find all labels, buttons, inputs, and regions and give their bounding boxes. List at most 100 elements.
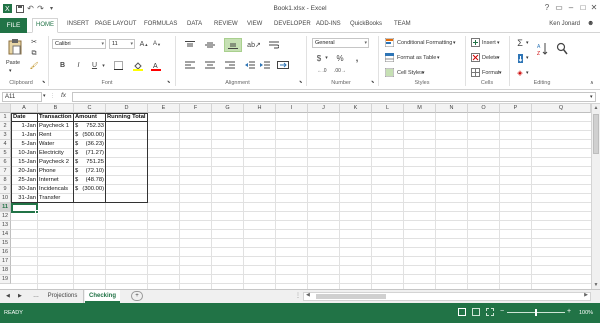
column-header-d[interactable]: D (106, 104, 148, 113)
transaction-cell[interactable]: Water (38, 140, 73, 149)
sheet-tab-checking[interactable]: Checking (85, 290, 120, 303)
header-transaction[interactable]: Transaction (38, 113, 73, 122)
fill-dropdown-icon[interactable]: ▾ (526, 55, 529, 61)
zoom-slider-thumb[interactable] (535, 309, 537, 316)
row-header[interactable]: 7 (0, 167, 11, 176)
column-header-q[interactable]: Q (532, 104, 591, 113)
date-cell[interactable]: 30-Jan (12, 185, 37, 194)
row-header[interactable]: 18 (0, 266, 11, 275)
align-bottom-icon[interactable] (224, 38, 242, 52)
transaction-cell[interactable]: Paycheck 1 (38, 122, 73, 131)
sheet-tab-projections[interactable]: Projections (42, 290, 84, 303)
column-header-b[interactable]: B (38, 104, 74, 113)
scroll-down-icon[interactable]: ▼ (593, 282, 599, 288)
active-cell-a11[interactable] (11, 203, 38, 213)
tab-formulas[interactable]: FORMULAS (144, 21, 177, 27)
cell-styles-icon[interactable] (384, 68, 394, 77)
insert-function-button[interactable]: fx (61, 92, 66, 99)
tab-quickbooks[interactable]: QuickBooks (350, 21, 382, 27)
clipboard-launcher-icon[interactable]: ⬊ (42, 79, 45, 84)
row-header[interactable]: 13 (0, 221, 11, 230)
amount-cell[interactable] (80, 194, 105, 203)
format-as-table-icon[interactable] (384, 53, 394, 62)
transaction-cell[interactable]: Incidencals (38, 185, 73, 194)
date-cell[interactable]: 25-Jan (12, 176, 37, 185)
paste-icon[interactable] (6, 38, 24, 56)
tab-add-ins[interactable]: ADD-INS (316, 21, 341, 27)
scroll-sheets-right-icon[interactable]: ▶ (18, 290, 22, 303)
format-as-table-dropdown-icon[interactable]: ▾ (437, 55, 440, 61)
increase-decimal-icon[interactable]: ←.0 (316, 66, 328, 75)
date-cell[interactable]: 1-Jan (12, 122, 37, 131)
number-launcher-icon[interactable]: ⬊ (371, 79, 374, 84)
delete-dropdown-icon[interactable]: ▾ (497, 55, 500, 61)
scroll-left-icon[interactable]: ◀ (306, 292, 310, 298)
conditional-formatting-dropdown-icon[interactable]: ▾ (453, 40, 456, 46)
row-header[interactable]: 19 (0, 275, 11, 284)
amount-cell[interactable]: (48.78) (80, 176, 105, 185)
user-name[interactable]: Ken Jonard (549, 21, 580, 27)
row-header[interactable]: 17 (0, 257, 11, 266)
orientation-icon[interactable]: ab↗ (247, 40, 261, 50)
more-sheets-icon[interactable]: … (33, 290, 39, 303)
font-color-icon[interactable]: A (150, 61, 162, 71)
help-icon[interactable]: ? (541, 3, 553, 13)
cut-icon[interactable]: ✂ (30, 38, 38, 46)
transaction-cell[interactable]: Transfer (38, 194, 73, 203)
row-header[interactable]: 1 (0, 113, 11, 122)
tab-view[interactable]: VIEW (247, 21, 262, 27)
alignment-launcher-icon[interactable]: ⬊ (299, 79, 302, 84)
row-header[interactable]: 14 (0, 230, 11, 239)
row-header[interactable]: 10 (0, 194, 11, 203)
tab-insert[interactable]: INSERT (67, 21, 89, 27)
number-format-combo[interactable]: General ▾ (312, 38, 369, 48)
column-header-c[interactable]: C (74, 104, 106, 113)
row-header[interactable]: 2 (0, 122, 11, 131)
align-left-icon[interactable] (184, 60, 196, 70)
zoom-level[interactable]: 100% (579, 310, 593, 316)
vertical-scroll-thumb[interactable] (593, 114, 599, 154)
format-cells-icon[interactable] (470, 68, 480, 77)
ribbon-display-icon[interactable]: ▭ (553, 3, 565, 13)
column-header-i[interactable]: I (276, 104, 308, 113)
date-cell[interactable]: 20-Jan (12, 167, 37, 176)
date-cell[interactable]: 10-Jan (12, 149, 37, 158)
autosum-icon[interactable]: Σ (515, 38, 525, 48)
column-header-o[interactable]: O (468, 104, 500, 113)
fill-icon[interactable] (515, 53, 525, 63)
header-amount[interactable]: Amount (74, 113, 105, 122)
accounting-format-button[interactable]: $ (314, 53, 324, 63)
formula-bar-options-icon[interactable]: ⋮ (50, 93, 55, 99)
column-header-l[interactable]: L (372, 104, 404, 113)
insert-cells-icon[interactable] (470, 38, 480, 47)
tab-file[interactable]: FILE (0, 18, 27, 33)
row-header[interactable]: 12 (0, 212, 11, 221)
delete-cells-icon[interactable] (470, 53, 480, 62)
amount-cell[interactable]: (71.27) (80, 149, 105, 158)
increase-indent-icon[interactable] (259, 60, 271, 70)
amount-cell[interactable]: (36.23) (80, 140, 105, 149)
minimize-button[interactable]: – (565, 3, 577, 13)
cell-styles-button[interactable]: Cell Styles (397, 70, 423, 76)
name-box-dropdown-icon[interactable]: ▾ (43, 93, 46, 99)
insert-button[interactable]: Insert (482, 40, 496, 46)
percent-style-button[interactable]: % (335, 53, 345, 63)
clear-dropdown-icon[interactable]: ▾ (526, 70, 529, 76)
scroll-up-icon[interactable]: ▲ (593, 105, 599, 111)
scroll-right-icon[interactable]: ▶ (584, 292, 588, 298)
transaction-cell[interactable]: Phone (38, 167, 73, 176)
number-format-dropdown-icon[interactable]: ▾ (364, 39, 367, 48)
column-header-f[interactable]: F (180, 104, 212, 113)
tab-review[interactable]: REVIEW (214, 21, 238, 27)
row-header[interactable]: 6 (0, 158, 11, 167)
row-header[interactable]: 15 (0, 239, 11, 248)
font-size-dropdown-icon[interactable]: ▾ (130, 40, 133, 49)
row-header[interactable]: 9 (0, 185, 11, 194)
tab-team[interactable]: TEAM (394, 21, 411, 27)
align-top-icon[interactable] (184, 40, 196, 50)
copy-icon[interactable]: ⧉ (30, 50, 38, 58)
italic-button[interactable]: I (74, 61, 83, 70)
date-cell[interactable]: 1-Jan (12, 131, 37, 140)
row-header-active[interactable]: 11 (0, 203, 11, 212)
row-header[interactable]: 3 (0, 131, 11, 140)
